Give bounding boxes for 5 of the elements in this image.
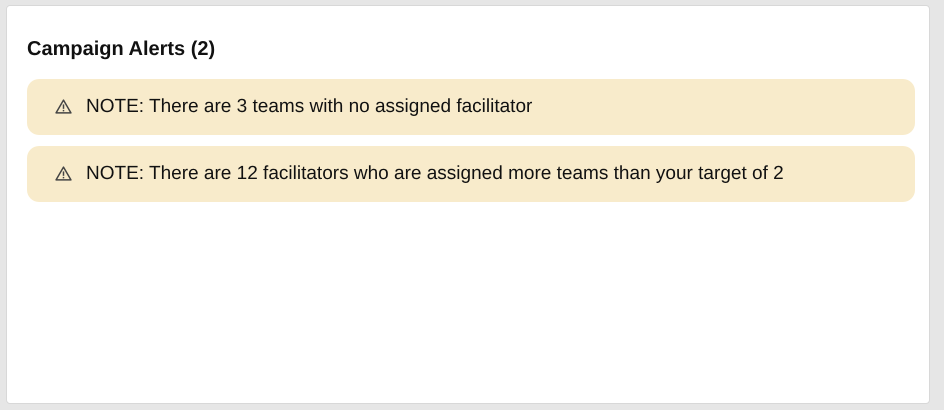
alert-message: NOTE: There are 12 facilitators who are assigned more teams than your target of 2 — [86, 162, 784, 186]
warning-icon — [55, 166, 72, 181]
warning-icon — [55, 99, 72, 114]
card-title: Campaign Alerts (2) — [27, 37, 216, 62]
alert-message: NOTE: There are 3 teams with no assigned facilitator — [86, 95, 532, 119]
